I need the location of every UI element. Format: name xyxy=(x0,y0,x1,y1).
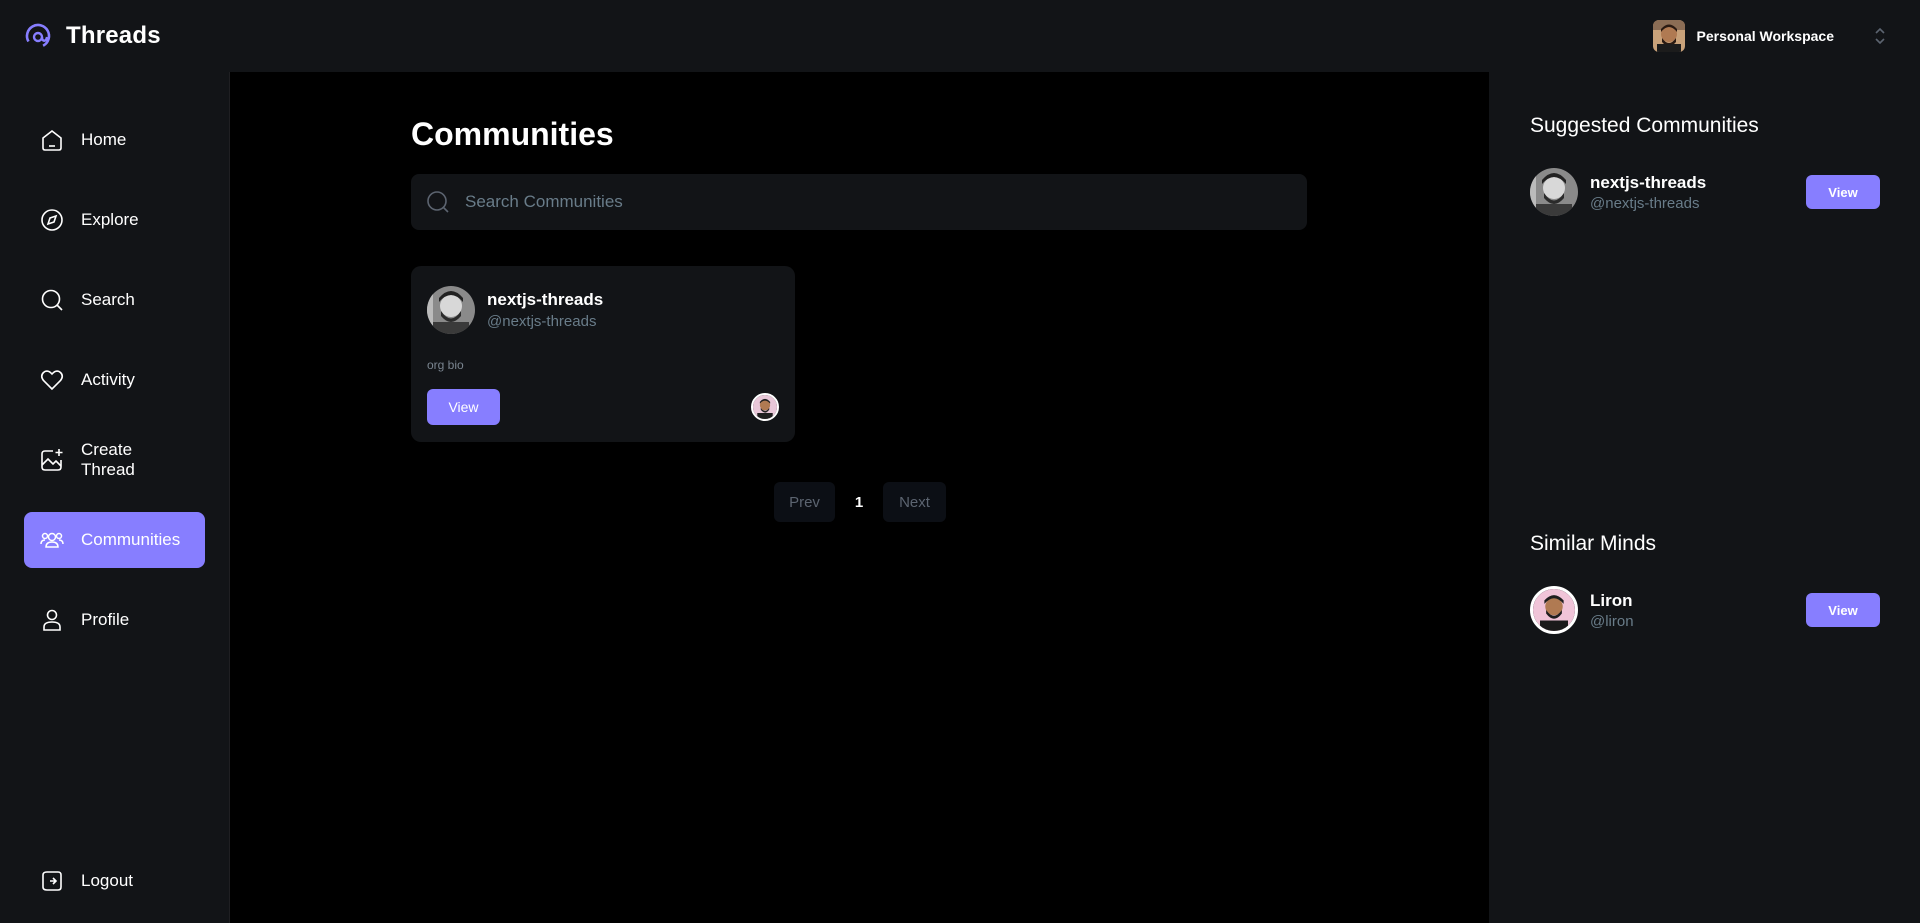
similar-user-handle: @liron xyxy=(1590,612,1634,630)
left-sidebar: Home Explore Search Activity Create Thre… xyxy=(0,72,230,923)
suggested-community-handle: @nextjs-threads xyxy=(1590,194,1700,212)
community-bio: org bio xyxy=(427,358,464,372)
sidebar-item-label: Activity xyxy=(81,370,135,389)
compass-icon xyxy=(41,209,63,231)
logout-label: Logout xyxy=(81,871,133,890)
sidebar-item-label: Explore xyxy=(81,210,139,229)
chevron-up-down-icon xyxy=(1875,27,1885,45)
similar-user-row: Liron @liron View xyxy=(1530,586,1880,634)
community-card-footer: View xyxy=(427,389,779,425)
view-community-button[interactable]: View xyxy=(427,389,500,425)
sidebar-item-search[interactable]: Search xyxy=(24,272,205,328)
similar-user-name: Liron xyxy=(1590,590,1633,610)
workspace-switcher[interactable]: Personal Workspace xyxy=(1652,20,1888,52)
view-suggested-community-button[interactable]: View xyxy=(1806,175,1880,209)
sidebar-item-home[interactable]: Home xyxy=(24,112,205,168)
sidebar-item-profile[interactable]: Profile xyxy=(24,592,205,648)
community-card: nextjs-threads @nextjs-threads org bio V… xyxy=(411,266,795,442)
pagination: Prev 1 Next xyxy=(774,482,946,522)
sidebar-item-activity[interactable]: Activity xyxy=(24,352,205,408)
main-content: Communities nextjs-threads @nextjs xyxy=(230,72,1489,923)
suggested-community-name: nextjs-threads xyxy=(1590,172,1707,192)
image-plus-icon xyxy=(41,449,63,471)
community-handle: @nextjs-threads xyxy=(487,313,597,330)
member-avatar xyxy=(751,393,779,421)
current-page-number: 1 xyxy=(854,493,864,511)
search-icon xyxy=(427,191,449,213)
sidebar-item-create-thread[interactable]: Create Thread xyxy=(24,432,205,488)
similar-user-avatar xyxy=(1530,586,1578,634)
prev-page-button[interactable]: Prev xyxy=(774,482,835,522)
community-name[interactable]: nextjs-threads xyxy=(487,290,603,310)
community-avatar xyxy=(427,286,475,334)
next-page-button[interactable]: Next xyxy=(883,482,946,522)
similar-minds-title: Similar Minds xyxy=(1530,532,1657,555)
sidebar-item-label: Communities xyxy=(81,530,181,549)
brand[interactable]: Threads xyxy=(24,22,161,50)
view-similar-user-button[interactable]: View xyxy=(1806,593,1880,627)
user-icon xyxy=(43,609,61,631)
search-icon xyxy=(41,289,63,311)
page-title: Communities xyxy=(411,116,614,152)
suggested-communities-title: Suggested Communities xyxy=(1530,114,1759,137)
sidebar-item-label: Home xyxy=(81,130,127,149)
nav-list: Home Explore Search Activity Create Thre… xyxy=(24,112,205,672)
sidebar-item-communities[interactable]: Communities xyxy=(24,512,205,568)
logout-button[interactable]: Logout xyxy=(24,853,205,909)
suggested-community-avatar xyxy=(1530,168,1578,216)
community-card-header[interactable]: nextjs-threads @nextjs-threads xyxy=(427,286,779,334)
home-icon xyxy=(42,129,62,151)
right-sidebar: Suggested Communities nextjs-threads @ne… xyxy=(1489,72,1920,923)
workspace-label: Personal Workspace xyxy=(1696,28,1834,44)
workspace-avatar xyxy=(1652,20,1685,52)
logout-icon xyxy=(42,871,62,891)
top-bar: Threads Personal Workspace xyxy=(0,0,1920,72)
threads-logo-icon xyxy=(25,23,51,49)
suggested-community-row: nextjs-threads @nextjs-threads View xyxy=(1530,168,1880,216)
sidebar-item-explore[interactable]: Explore xyxy=(24,192,205,248)
sidebar-item-label: Search xyxy=(81,290,135,309)
users-icon xyxy=(40,532,64,548)
sidebar-item-label: Create Thread xyxy=(81,440,135,479)
sidebar-item-label: Profile xyxy=(81,610,130,629)
app-name: Threads xyxy=(66,22,161,49)
search-input[interactable] xyxy=(465,192,1293,212)
heart-icon xyxy=(40,370,64,391)
search-bar[interactable] xyxy=(411,174,1307,230)
